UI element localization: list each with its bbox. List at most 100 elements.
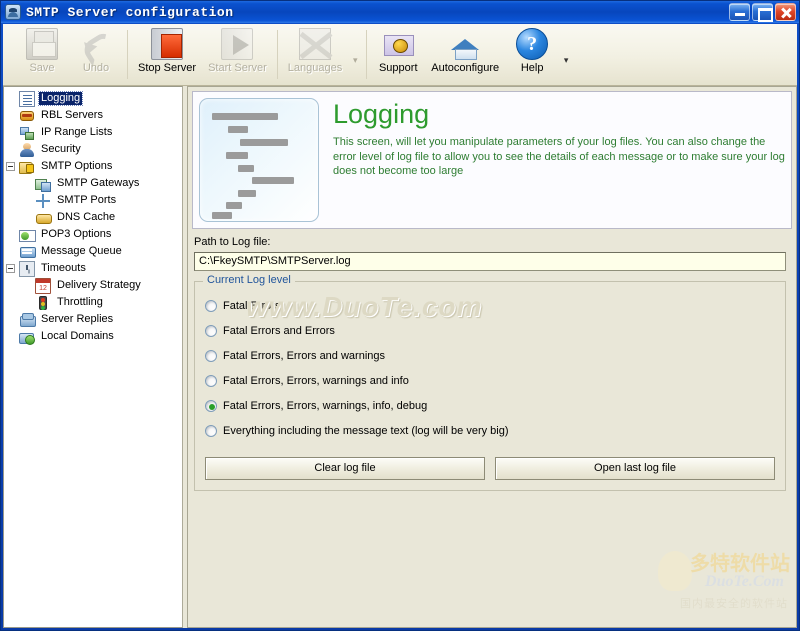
log-document-icon xyxy=(19,90,35,107)
toolbar-button-support[interactable]: Support xyxy=(371,24,425,74)
sidebar-item-pop3-options[interactable]: POP3 Options xyxy=(4,226,182,243)
message-queue-icon xyxy=(19,244,36,260)
support-mail-icon xyxy=(382,28,415,60)
expander-placeholder-icon xyxy=(6,111,15,120)
security-guard-icon xyxy=(19,142,35,158)
toolbar-button-stop-server[interactable]: Stop Server xyxy=(132,24,202,74)
sidebar-item-delivery-strategy[interactable]: Delivery Strategy xyxy=(4,277,182,294)
sidebar-item-dns-cache[interactable]: DNS Cache xyxy=(4,209,182,226)
expander-placeholder-icon xyxy=(6,145,15,154)
radio-button[interactable] xyxy=(205,425,217,437)
expander-placeholder-icon xyxy=(6,179,15,188)
collapse-minus-icon[interactable] xyxy=(6,264,15,273)
sidebar-item-label: Server Replies xyxy=(41,313,114,325)
radio-button[interactable] xyxy=(205,350,217,362)
sidebar-item-smtp-options[interactable]: SMTP Options xyxy=(4,158,182,175)
radio-button[interactable] xyxy=(205,375,217,387)
radio-option-errors-and-warnings[interactable]: Fatal Errors, Errors and warnings xyxy=(205,344,775,369)
expander-placeholder-icon xyxy=(6,332,15,341)
sidebar-item-server-replies[interactable]: Server Replies xyxy=(4,311,182,328)
sidebar-item-label: Logging xyxy=(37,91,84,106)
page-description: This screen, will let you manipulate par… xyxy=(333,136,785,177)
expander-placeholder-icon xyxy=(6,247,15,256)
sidebar-item-local-domains[interactable]: Local Domains xyxy=(4,328,182,345)
toolbar-button-save[interactable]: Save xyxy=(15,24,69,74)
sidebar-item-throttling[interactable]: Throttling xyxy=(4,294,182,311)
toolbar-button-start-server[interactable]: Start Server xyxy=(202,24,273,74)
expander-placeholder-icon xyxy=(6,281,15,290)
radio-label: Fatal Errors and Errors xyxy=(223,325,335,337)
toolbar-button-undo[interactable]: Undo xyxy=(69,24,123,74)
smtp-options-icon xyxy=(19,159,35,175)
minimize-icon xyxy=(730,4,749,20)
sidebar-item-security[interactable]: Security xyxy=(4,141,182,158)
sidebar-item-label: IP Range Lists xyxy=(41,126,113,138)
sidebar-item-ip-range-lists[interactable]: IP Range Lists xyxy=(4,124,182,141)
toolbar-label-languages: Languages xyxy=(287,62,343,74)
sidebar-item-label: Security xyxy=(41,143,81,155)
window-title: SMTP Server configuration xyxy=(26,4,234,20)
minimize-button[interactable] xyxy=(729,3,750,21)
radio-button-selected[interactable] xyxy=(205,400,217,412)
log-action-buttons: Clear log file Open last log file xyxy=(205,456,775,480)
window-controls xyxy=(729,3,796,22)
radio-option-fatal-errors[interactable]: Fatal Errors xyxy=(205,294,775,319)
radio-button[interactable] xyxy=(205,300,217,312)
radio-option-warnings-and-info[interactable]: Fatal Errors, Errors, warnings and info xyxy=(205,369,775,394)
toolbar-overflow-chevron-down-icon[interactable]: ▾ xyxy=(559,55,573,66)
toolbar-label-save: Save xyxy=(29,62,55,74)
toolbar-button-languages[interactable]: Languages xyxy=(282,24,348,74)
watermark-face-icon xyxy=(658,551,692,591)
sidebar-item-smtp-gateways[interactable]: SMTP Gateways xyxy=(4,175,182,192)
sidebar-item-label: SMTP Options xyxy=(41,160,113,172)
server-replies-icon xyxy=(19,312,36,328)
clear-log-file-button[interactable]: Clear log file xyxy=(205,456,485,480)
close-button[interactable] xyxy=(775,3,796,21)
pop3-icon xyxy=(19,227,36,243)
log-level-group-title: Current Log level xyxy=(203,273,295,286)
title-bar: SMTP Server configuration xyxy=(1,1,799,23)
toolbar-label-autoconfigure: Autoconfigure xyxy=(431,62,500,74)
radio-label: Everything including the message text (l… xyxy=(223,425,509,437)
main-content-area: Logging RBL Servers IP Range Lists Secur… xyxy=(3,86,797,628)
expander-placeholder-icon xyxy=(6,128,15,137)
radio-option-everything[interactable]: Everything including the message text (l… xyxy=(205,419,775,444)
toolbar-separator xyxy=(366,30,368,79)
dns-cache-icon xyxy=(35,210,52,226)
undo-arrow-icon xyxy=(80,28,112,60)
radio-option-fatal-errors-and-errors[interactable]: Fatal Errors and Errors xyxy=(205,319,775,344)
radio-button[interactable] xyxy=(205,325,217,337)
calendar-icon xyxy=(35,277,51,294)
open-last-log-file-button[interactable]: Open last log file xyxy=(495,456,775,480)
ports-icon xyxy=(35,193,51,209)
log-path-input[interactable] xyxy=(194,251,786,271)
sidebar-item-rbl-servers[interactable]: RBL Servers xyxy=(4,107,182,124)
toolbar-button-help[interactable]: Help xyxy=(505,24,559,74)
sidebar-item-label: Message Queue xyxy=(41,245,122,257)
watermark-corner-domain: DuoTe.Com xyxy=(705,573,784,590)
toolbar-label-start-server: Start Server xyxy=(208,62,267,74)
sidebar-item-timeouts[interactable]: Timeouts xyxy=(4,260,182,277)
watermark-corner-cn: 多特软件站 xyxy=(690,551,790,575)
navigation-tree[interactable]: Logging RBL Servers IP Range Lists Secur… xyxy=(3,86,183,628)
collapse-minus-icon[interactable] xyxy=(6,162,15,171)
sidebar-item-logging[interactable]: Logging xyxy=(4,90,182,107)
radio-label: Fatal Errors, Errors and warnings xyxy=(223,350,385,362)
sidebar-item-label: SMTP Gateways xyxy=(57,177,140,189)
stop-server-icon xyxy=(151,28,184,60)
application-window: SMTP Server configuration Save Undo Stop… xyxy=(0,0,800,631)
toolbar-label-help: Help xyxy=(520,62,544,74)
sidebar-item-smtp-ports[interactable]: SMTP Ports xyxy=(4,192,182,209)
languages-dropdown-chevron-down-icon[interactable]: ▾ xyxy=(348,55,362,66)
sidebar-item-label: Throttling xyxy=(57,296,103,308)
toolbar-button-autoconfigure[interactable]: Autoconfigure xyxy=(425,24,505,74)
maximize-button[interactable] xyxy=(752,3,773,22)
log-file-preview-icon xyxy=(199,98,319,222)
page-title: Logging xyxy=(333,99,430,129)
toolbar-separator xyxy=(127,30,128,79)
timeouts-clock-icon xyxy=(19,260,35,277)
sidebar-item-message-queue[interactable]: Message Queue xyxy=(4,243,182,260)
traffic-light-icon xyxy=(35,295,51,311)
radio-option-info-debug[interactable]: Fatal Errors, Errors, warnings, info, de… xyxy=(205,394,775,419)
languages-flag-icon xyxy=(299,28,331,60)
